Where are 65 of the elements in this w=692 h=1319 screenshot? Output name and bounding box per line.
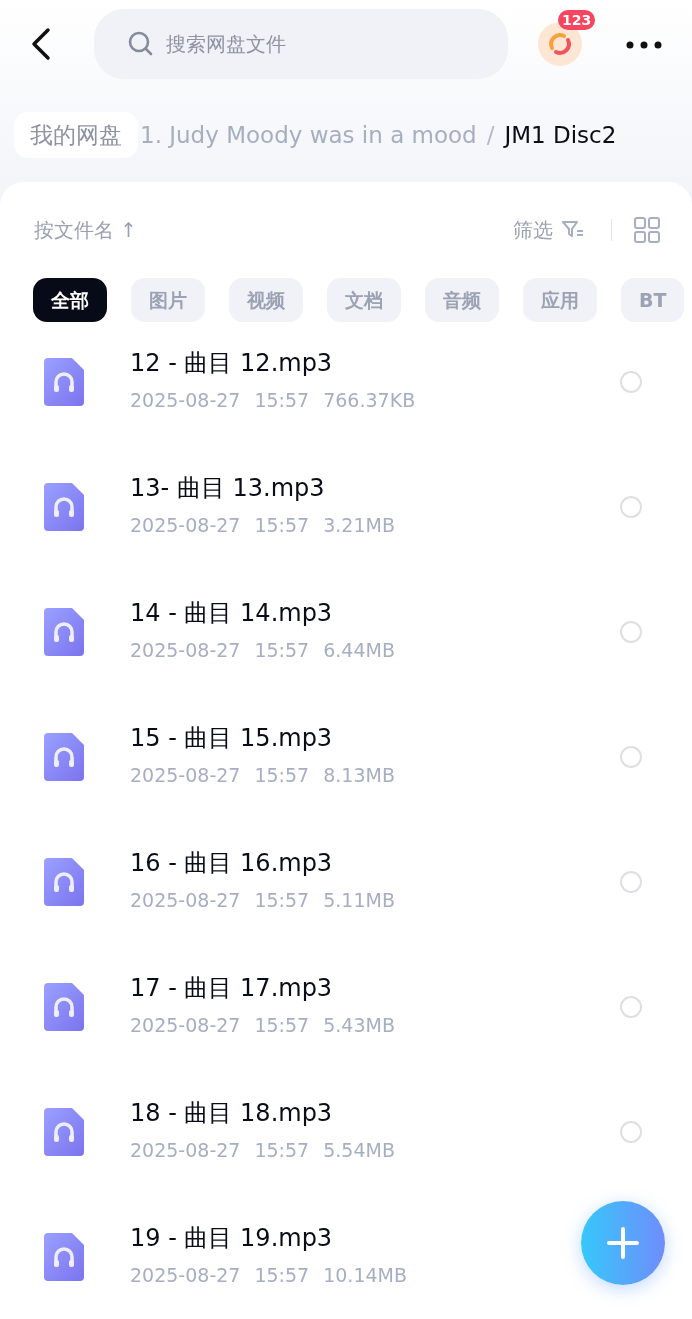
audio-file-icon bbox=[44, 1232, 84, 1281]
file-name: 16 - 曲目 16.mp3 bbox=[130, 848, 334, 878]
audio-file-icon bbox=[44, 1107, 84, 1156]
file-time: 15:57 bbox=[254, 1138, 310, 1161]
category-tab[interactable]: 图片 bbox=[131, 278, 205, 322]
breadcrumb-current: JM1 Disc2 bbox=[504, 120, 617, 150]
file-time: 15:57 bbox=[254, 513, 310, 536]
file-name: 13- 曲目 13.mp3 bbox=[130, 473, 326, 503]
audio-file-icon bbox=[44, 607, 84, 656]
select-radio[interactable] bbox=[620, 745, 642, 768]
file-name: 12 - 曲目 12.mp3 bbox=[130, 348, 334, 378]
file-size: 766.37KB bbox=[323, 388, 416, 411]
select-radio[interactable] bbox=[620, 370, 642, 393]
category-tab[interactable]: BT bbox=[621, 278, 685, 322]
file-date: 2025-08-27 bbox=[130, 1138, 241, 1161]
category-tab[interactable]: 视频 bbox=[229, 278, 303, 322]
select-radio[interactable] bbox=[620, 495, 642, 518]
grid-view-icon[interactable] bbox=[634, 217, 660, 243]
category-tab[interactable]: 全部 bbox=[33, 278, 107, 322]
audio-file-icon bbox=[44, 732, 84, 781]
file-time: 15:57 bbox=[254, 638, 310, 661]
filter-label[interactable]: 筛选 bbox=[513, 215, 553, 245]
file-size: 5.54MB bbox=[323, 1138, 395, 1161]
file-time: 15:57 bbox=[254, 1013, 310, 1036]
select-radio[interactable] bbox=[620, 1120, 642, 1143]
search-field[interactable]: 搜索网盘文件 bbox=[94, 9, 508, 79]
file-time: 15:57 bbox=[254, 1263, 310, 1286]
file-name: 15 - 曲目 15.mp3 bbox=[130, 723, 334, 753]
sort-button[interactable]: 按文件名 ↑ bbox=[34, 215, 138, 245]
file-name: 18 - 曲目 18.mp3 bbox=[130, 1098, 334, 1128]
search-icon bbox=[128, 31, 154, 57]
breadcrumb-link[interactable]: 我的网盘 bbox=[14, 111, 138, 159]
audio-file-icon bbox=[44, 857, 84, 906]
file-name: 14 - 曲目 14.mp3 bbox=[130, 598, 334, 628]
category-tab[interactable]: 文档 bbox=[327, 278, 401, 322]
file-name: 17 - 曲目 17.mp3 bbox=[130, 973, 334, 1003]
file-date: 2025-08-27 bbox=[130, 1013, 241, 1036]
audio-file-icon bbox=[44, 482, 84, 531]
file-date: 2025-08-27 bbox=[130, 638, 241, 661]
audio-file-icon bbox=[44, 357, 84, 406]
file-date: 2025-08-27 bbox=[130, 513, 241, 536]
file-time: 15:57 bbox=[254, 888, 310, 911]
more-icon bbox=[626, 40, 662, 49]
file-date: 2025-08-27 bbox=[130, 888, 241, 911]
file-size: 5.43MB bbox=[323, 1013, 395, 1036]
breadcrumb-separator: / bbox=[486, 120, 495, 150]
select-radio[interactable] bbox=[620, 870, 642, 893]
breadcrumb-link[interactable]: 1. Judy Moody was in a mood bbox=[140, 117, 477, 153]
audio-file-icon bbox=[44, 982, 84, 1031]
file-size: 6.44MB bbox=[323, 638, 395, 661]
count-badge: 123 bbox=[558, 10, 596, 30]
file-size: 8.13MB bbox=[323, 763, 395, 786]
select-radio[interactable] bbox=[620, 995, 642, 1018]
file-size: 5.11MB bbox=[323, 888, 395, 911]
file-date: 2025-08-27 bbox=[130, 388, 241, 411]
category-tab[interactable]: 应用 bbox=[523, 278, 597, 322]
file-name: 19 - 曲目 19.mp3 bbox=[130, 1223, 334, 1253]
file-size: 10.14MB bbox=[323, 1263, 407, 1286]
select-radio[interactable] bbox=[620, 620, 642, 643]
file-date: 2025-08-27 bbox=[130, 763, 241, 786]
file-size: 3.21MB bbox=[323, 513, 395, 536]
file-date: 2025-08-27 bbox=[130, 1263, 241, 1286]
file-time: 15:57 bbox=[254, 388, 310, 411]
file-time: 15:57 bbox=[254, 763, 310, 786]
category-tab[interactable]: 音频 bbox=[425, 278, 499, 322]
